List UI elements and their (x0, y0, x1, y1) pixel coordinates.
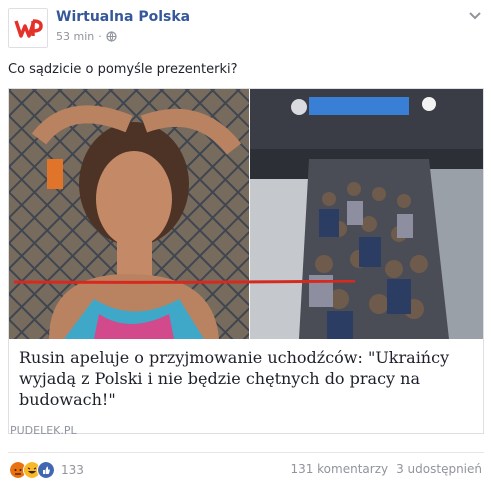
post-timestamp[interactable]: 53 min (56, 30, 94, 43)
feed-post: Wirtualna Polska 53 min · Co sądzicie o … (0, 0, 491, 489)
divider (8, 452, 484, 453)
comments-count-link[interactable]: 131 komentarzy (290, 462, 388, 476)
reactions-summary[interactable]: 133 (9, 461, 84, 479)
chevron-down-icon[interactable] (469, 12, 481, 20)
like-reaction-icon (37, 461, 55, 479)
post-message: Co sądzicie o pomyśle prezenterki? (8, 62, 238, 77)
card-image[interactable] (9, 89, 484, 339)
link-card[interactable]: Rusin apeluje o przyjmowanie uchodźców: … (8, 88, 484, 434)
page-name-link[interactable]: Wirtualna Polska (56, 9, 190, 25)
engagement-stats: 131 komentarzy 3 udostępnień (290, 462, 482, 476)
post-meta: 53 min · (56, 30, 117, 43)
card-domain: PUDELEK.PL (10, 424, 77, 437)
page-avatar[interactable] (8, 8, 48, 48)
card-headline-highlight: Rusin apeluje o przyjmowanie uchodźców (19, 348, 358, 367)
card-headline[interactable]: Rusin apeluje o przyjmowanie uchodźców: … (19, 347, 469, 410)
red-underline-annotation (13, 280, 356, 284)
globe-icon (106, 31, 117, 42)
shares-count-link[interactable]: 3 udostępnień (396, 462, 482, 476)
reaction-count: 133 (61, 463, 84, 477)
